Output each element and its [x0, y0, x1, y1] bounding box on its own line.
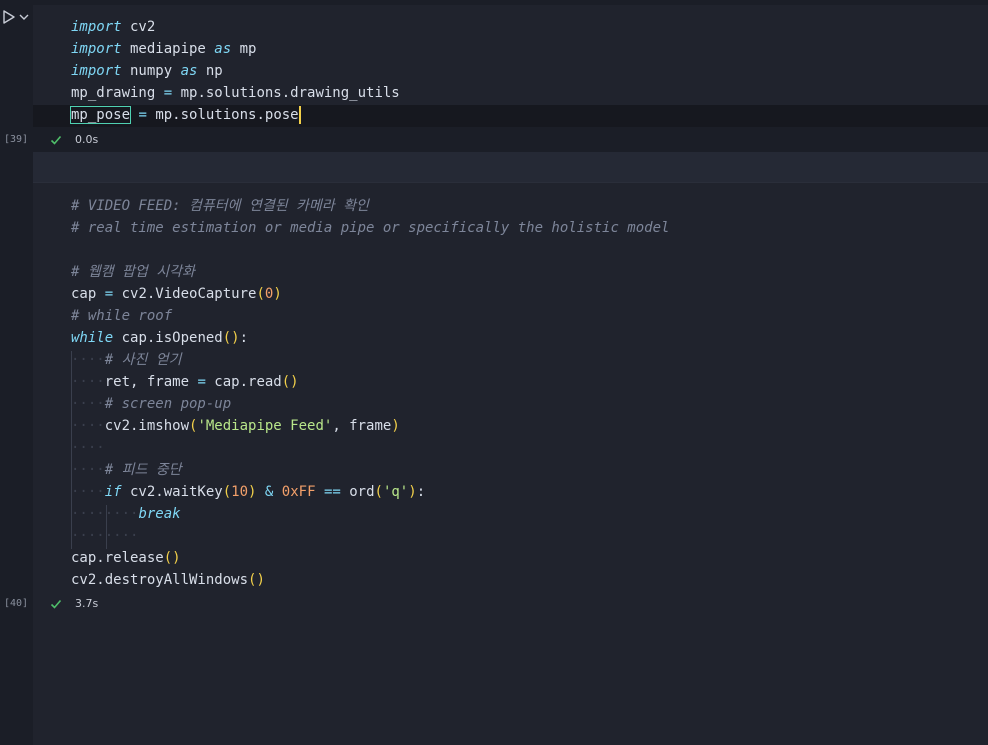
code-line: import mediapipe as mp	[71, 41, 257, 57]
code-line: cap.release()	[71, 550, 181, 566]
execution-duration: 3.7s	[75, 597, 99, 610]
code-line: mp_pose = mp.solutions.pose	[69, 106, 301, 124]
cell-status-bar: [40] 3.7s	[0, 592, 988, 616]
chevron-down-icon[interactable]	[19, 13, 29, 21]
code-line: ····# 피드 중단	[71, 462, 182, 478]
code-line: ········break	[71, 506, 181, 522]
code-line: while cap.isOpened():	[71, 330, 249, 346]
check-icon	[50, 135, 62, 145]
execution-count: [40]	[4, 598, 29, 609]
notebook-cell-39[interactable]: import cv2 import mediapipe as mp import…	[0, 0, 988, 152]
symbol-highlight: mp_pose	[69, 106, 132, 124]
code-line: cv2.destroyAllWindows()	[71, 572, 265, 588]
code-line: import numpy as np	[71, 63, 223, 79]
code-editor[interactable]: import cv2 import mediapipe as mp import…	[33, 5, 988, 127]
notebook-cell-40[interactable]: # VIDEO FEED: 컴퓨터에 연결된 카메라 확인 # real tim…	[0, 152, 988, 745]
code-line: ····if cv2.waitKey(10) & 0xFF == ord('q'…	[71, 484, 426, 500]
code-line: # real time estimation or media pipe or …	[71, 220, 670, 236]
code-line: # while roof	[71, 308, 173, 324]
code-line: mp_drawing = mp.solutions.drawing_utils	[71, 85, 400, 101]
play-triangle-icon[interactable]	[3, 10, 15, 24]
cell-run-toolbar	[0, 4, 33, 28]
code-line: ····ret, frame = cap.read()	[71, 374, 299, 390]
code-line: ····# 사진 얻기	[71, 352, 182, 368]
execution-count: [39]	[4, 134, 29, 145]
code-line: ········	[71, 528, 139, 544]
code-line: # VIDEO FEED: 컴퓨터에 연결된 카메라 확인	[71, 198, 369, 214]
text-cursor	[298, 106, 301, 124]
code-editor[interactable]: # VIDEO FEED: 컴퓨터에 연결된 카메라 확인 # real tim…	[33, 182, 988, 745]
code-line: ····# screen pop-up	[71, 396, 232, 412]
check-icon	[50, 599, 62, 609]
cell-separator	[33, 152, 988, 182]
code-token: import	[71, 19, 122, 35]
code-line: ····cv2.imshow('Mediapipe Feed', frame)	[71, 418, 400, 434]
code-line: # 웹캠 팝업 시각화	[71, 264, 195, 280]
code-line: cap = cv2.VideoCapture(0)	[71, 286, 282, 302]
code-line: import cv2	[71, 19, 156, 35]
execution-duration: 0.0s	[75, 133, 99, 146]
code-line: ····	[71, 440, 105, 456]
cell-status-bar: [39] 0.0s	[0, 128, 988, 152]
